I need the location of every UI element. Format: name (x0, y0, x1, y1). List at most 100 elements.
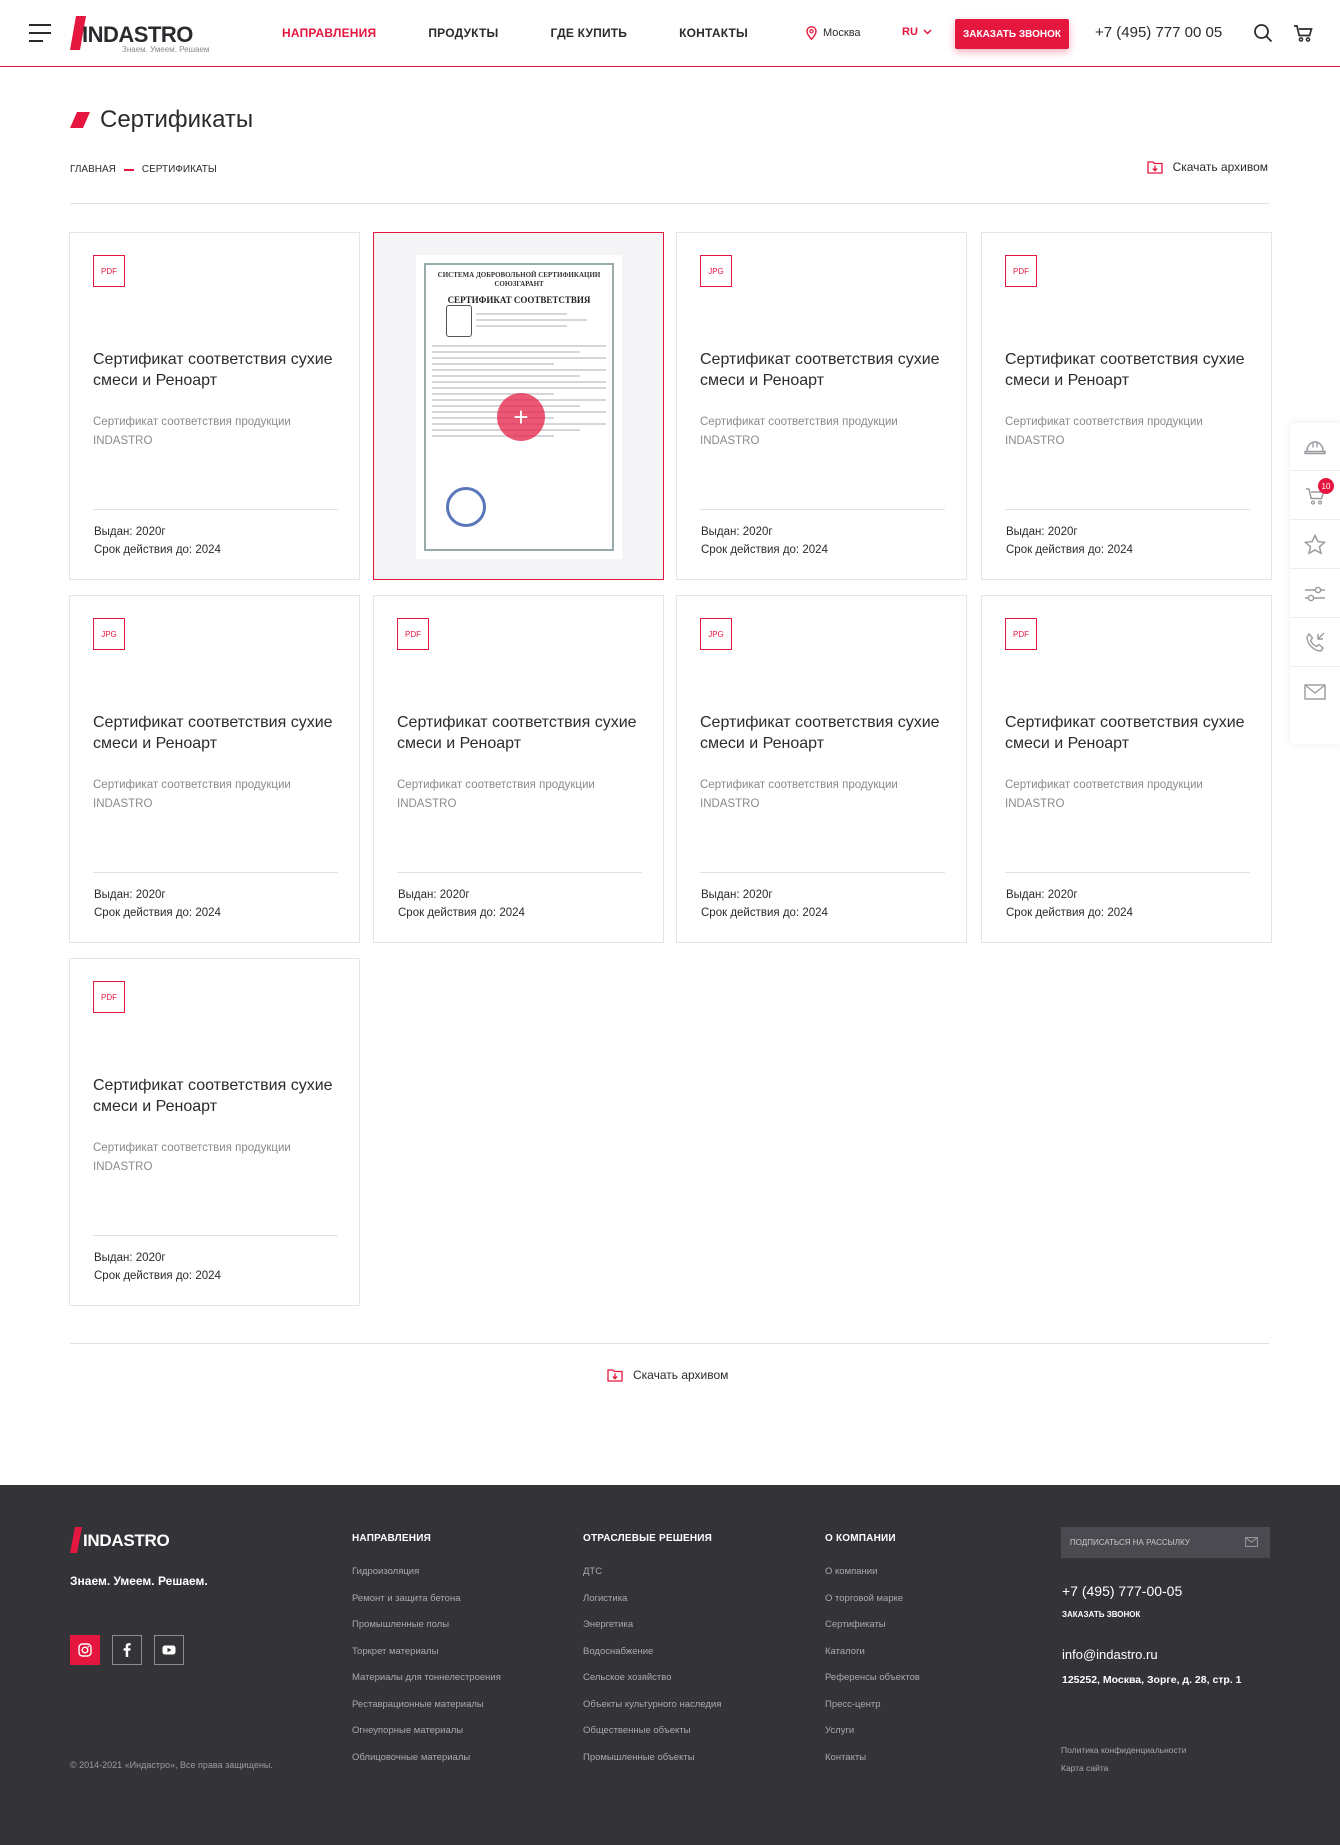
footer-link[interactable]: Торкрет материалы (352, 1646, 501, 1657)
footer-link[interactable]: Водоснабжение (583, 1646, 721, 1657)
certificate-card-hovered[interactable]: СИСТЕМА ДОБРОВОЛЬНОЙ СЕРТИФИКАЦИИ СОЮЗГА… (373, 232, 664, 580)
card-valid-until: Срок действия до: 2024 (701, 907, 828, 919)
menu-icon[interactable] (29, 24, 51, 42)
footer-link[interactable]: Каталоги (825, 1646, 920, 1657)
breadcrumb-current: Сертификаты (141, 164, 217, 175)
side-mail-button[interactable] (1290, 668, 1340, 716)
footer-link[interactable]: ДТС (583, 1566, 721, 1577)
header-phone[interactable]: +7 (495) 777 00 05 (1095, 24, 1222, 41)
footer-link[interactable]: О компании (825, 1566, 920, 1577)
logo[interactable]: INDASTRO Знаем. Умеем. Решаем (70, 14, 209, 54)
preview-heading: СИСТЕМА ДОБРОВОЛЬНОЙ СЕРТИФИКАЦИИ (437, 271, 601, 279)
youtube-button[interactable] (154, 1635, 184, 1665)
card-title: Сертификат соответствия сухие смеси и Ре… (397, 714, 637, 752)
city-selector[interactable]: Москва (806, 26, 861, 40)
nav-item-where-to-buy[interactable]: Где купить (550, 26, 627, 40)
footer-link[interactable]: Референсы объектов (825, 1672, 920, 1683)
subscribe-input[interactable] (1070, 1538, 1230, 1547)
card-divider (397, 872, 642, 873)
card-issued: Выдан: 2020г (1006, 526, 1078, 538)
card-divider (93, 509, 338, 510)
certificate-card[interactable]: JPG Сертификат соответствия сухие смеси … (676, 595, 967, 943)
footer-link[interactable]: Гидроизоляция (352, 1566, 501, 1577)
cart-icon[interactable] (1292, 22, 1314, 44)
card-valid-until: Срок действия до: 2024 (94, 544, 221, 556)
footer-column-industry: Отраслевые решения ДТС Логистика Энергет… (583, 1533, 721, 1778)
language-label: RU (902, 26, 918, 38)
footer-logo[interactable]: INDASTRO (70, 1527, 170, 1558)
nav-item-contacts[interactable]: Контакты (679, 26, 748, 40)
card-issued: Выдан: 2020г (398, 889, 470, 901)
footer-link[interactable]: Пресс-центр (825, 1699, 920, 1710)
footer-link[interactable]: Материалы для тоннелестроения (352, 1672, 501, 1683)
certificate-card[interactable]: PDF Сертификат соответствия сухие смеси … (373, 595, 664, 943)
footer-link[interactable]: Энергетика (583, 1619, 721, 1630)
nav-item-products[interactable]: Продукты (428, 26, 498, 40)
file-type-badge: PDF (1005, 618, 1037, 650)
side-compare-button[interactable] (1290, 570, 1340, 618)
file-type-badge: PDF (93, 255, 125, 287)
card-issued: Выдан: 2020г (94, 889, 166, 901)
search-icon[interactable] (1252, 22, 1274, 44)
certificate-card[interactable]: PDF Сертификат соответствия сухие смеси … (69, 232, 360, 580)
file-type-badge: JPG (700, 255, 732, 287)
title-accent-icon (70, 112, 90, 128)
instagram-button[interactable] (70, 1635, 100, 1665)
language-selector[interactable]: RU (902, 26, 932, 38)
download-archive-label: Скачать архивом (633, 1368, 729, 1382)
breadcrumb-home[interactable]: Главная (70, 164, 116, 175)
side-toolbar: 10 (1290, 423, 1340, 744)
file-type-badge: PDF (1005, 255, 1037, 287)
emblem-icon (446, 305, 472, 337)
download-archive-top-button[interactable]: Скачать архивом (1146, 160, 1268, 174)
footer-link[interactable]: Контакты (825, 1752, 920, 1763)
compare-icon (1305, 586, 1325, 601)
footer-link[interactable]: Сертификаты (825, 1619, 920, 1630)
footer-link[interactable]: О торговой марке (825, 1593, 920, 1604)
footer-link[interactable]: Услуги (825, 1725, 920, 1736)
footer-link[interactable]: Объекты культурного наследия (583, 1699, 721, 1710)
card-valid-until: Срок действия до: 2024 (94, 1270, 221, 1282)
footer-link[interactable]: Сельское хозяйство (583, 1672, 721, 1683)
footer-phone[interactable]: +7 (495) 777-00-05 (1062, 1583, 1182, 1599)
page-title: Сертификаты (100, 106, 254, 133)
footer-link[interactable]: Промышленные объекты (583, 1752, 721, 1763)
certificate-card[interactable]: PDF Сертификат соответствия сухие смеси … (981, 595, 1272, 943)
card-description: Сертификат соответствия продукции INDAST… (700, 416, 898, 447)
footer-link[interactable]: Промышленные полы (352, 1619, 501, 1630)
card-divider (700, 872, 945, 873)
nav-item-directions[interactable]: Направления (282, 26, 376, 40)
facebook-button[interactable] (112, 1635, 142, 1665)
download-archive-bottom-button[interactable]: Скачать архивом (607, 1368, 728, 1382)
breadcrumb: Главная Сертификаты (70, 164, 217, 175)
footer-link[interactable]: Облицовочные материалы (352, 1752, 501, 1763)
side-callback-button[interactable] (1290, 619, 1340, 667)
privacy-policy-link[interactable]: Политика конфиденциальности (1061, 1745, 1186, 1755)
footer-link[interactable]: Огнеупорные материалы (352, 1725, 501, 1736)
side-favorites-button[interactable] (1290, 521, 1340, 569)
certificate-card[interactable]: JPG Сертификат соответствия сухие смеси … (676, 232, 967, 580)
phone-call-icon (1306, 632, 1325, 652)
side-cart-button[interactable]: 10 (1290, 472, 1340, 520)
chevron-down-icon (923, 29, 932, 35)
zoom-plus-icon[interactable]: + (497, 393, 545, 441)
instagram-icon (78, 1643, 92, 1657)
footer-link[interactable]: Ремонт и защита бетона (352, 1593, 501, 1604)
footer-link[interactable]: Логистика (583, 1593, 721, 1604)
preview-title: СЕРТИФИКАТ СООТВЕТСТВИЯ (447, 295, 591, 305)
order-call-button[interactable]: Заказать звонок (955, 19, 1069, 49)
mail-icon[interactable] (1245, 1537, 1258, 1547)
footer-order-call-link[interactable]: Заказать звонок (1062, 1610, 1140, 1619)
certificate-card[interactable]: PDF Сертификат соответствия сухие смеси … (69, 958, 360, 1306)
footer-link[interactable]: Общественные объекты (583, 1725, 721, 1736)
sitemap-link[interactable]: Карта сайта (1061, 1763, 1108, 1773)
side-helmet-button[interactable] (1290, 423, 1340, 471)
divider (70, 203, 1269, 204)
preview-subheading: СОЮЗГАРАНТ (494, 280, 544, 288)
certificate-card[interactable]: PDF Сертификат соответствия сухие смеси … (981, 232, 1272, 580)
card-divider (93, 872, 338, 873)
footer-email[interactable]: info@indastro.ru (1062, 1647, 1158, 1662)
footer-column-company: О компании О компании О торговой марке С… (825, 1533, 920, 1778)
certificate-card[interactable]: JPG Сертификат соответствия сухие смеси … (69, 595, 360, 943)
footer-link[interactable]: Реставрационные материалы (352, 1699, 501, 1710)
